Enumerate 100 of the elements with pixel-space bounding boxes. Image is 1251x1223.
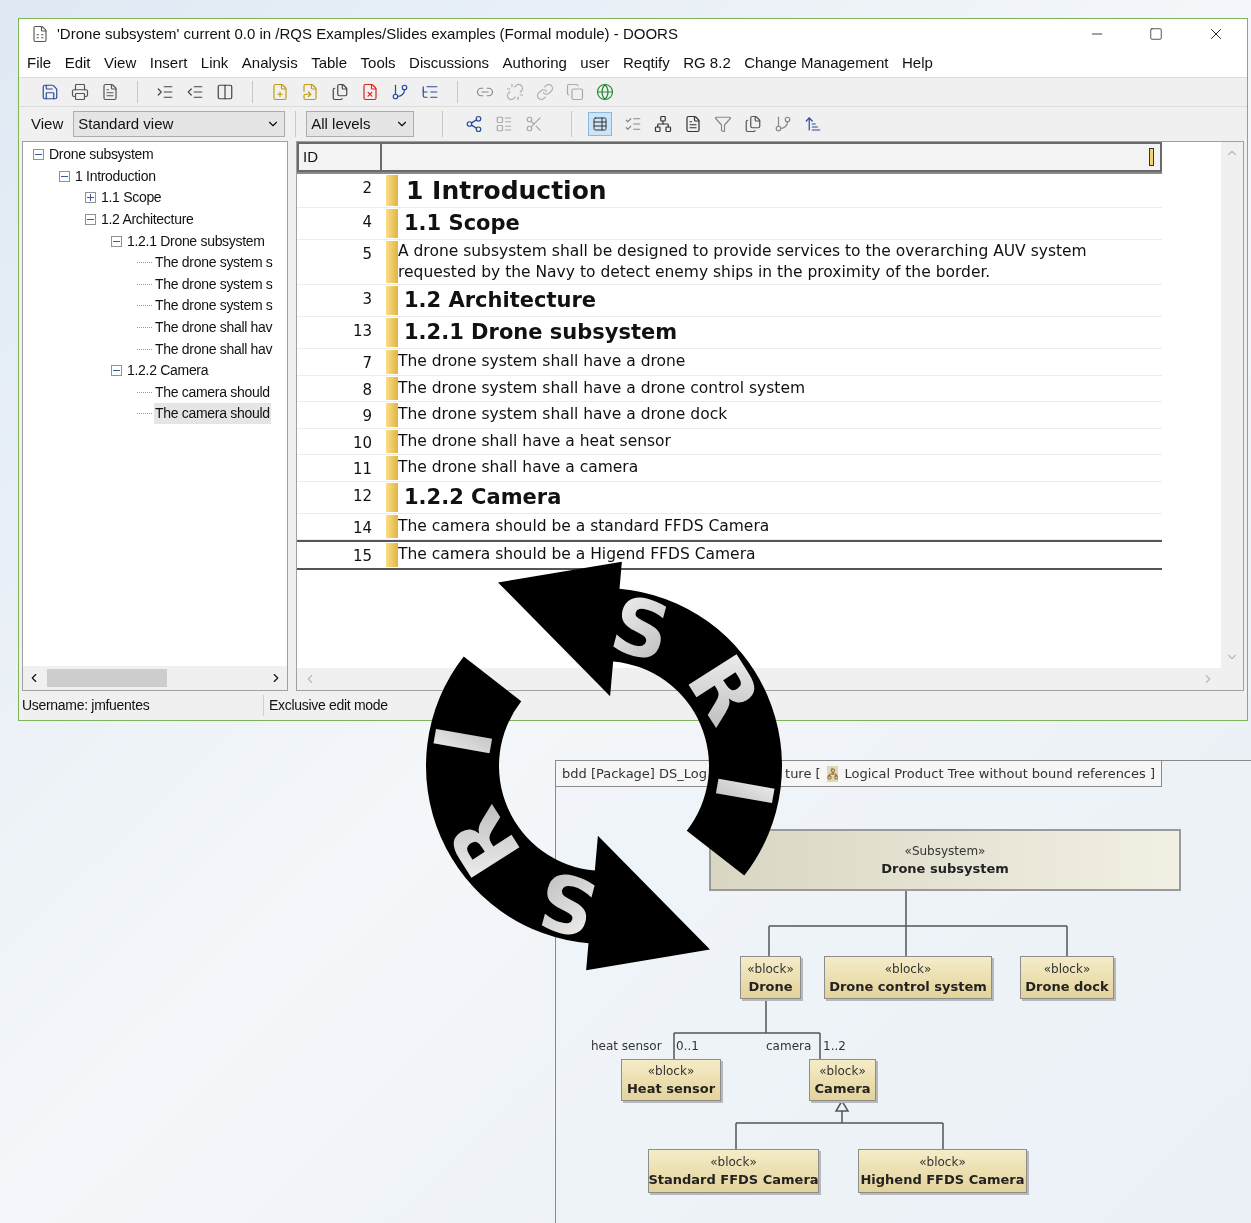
branch-icon[interactable] (774, 115, 793, 133)
filter-icon[interactable] (714, 115, 733, 133)
id-cell-text: 2 (361, 178, 373, 199)
collapse-toggle-icon[interactable] (85, 214, 96, 226)
grid-row[interactable]: 10 The drone shall have a heat sensor (297, 428, 1162, 455)
grid-row[interactable]: 14 The camera should be a standard FFDS Camera (297, 513, 1162, 540)
grid-row[interactable]: 3 1.2 Architecture (297, 285, 1162, 317)
menu-item[interactable]: Discussions (409, 51, 490, 75)
menu-item[interactable]: Edit (64, 51, 91, 75)
indent-icon[interactable] (156, 83, 174, 101)
menu-item[interactable]: File (27, 51, 52, 75)
stereotype-label: «block» (710, 1154, 757, 1171)
menu-item[interactable]: Change Management (744, 51, 889, 75)
grid-row[interactable]: 4 1.1 Scope (297, 208, 1162, 240)
grid-row[interactable]: 12 1.2.2 Camera (297, 481, 1162, 514)
grid-row[interactable]: 8 The drone system shall have a drone control system (297, 375, 1162, 402)
delete-document-icon[interactable] (361, 83, 379, 101)
outline-toggle-icon[interactable] (588, 112, 613, 136)
checklist-icon[interactable] (624, 115, 643, 133)
grid-row[interactable]: 2 1 Introduction (297, 174, 1162, 208)
level-bar (386, 350, 398, 374)
menu-item[interactable]: Tools (360, 51, 396, 75)
tree-item[interactable]: The drone system s (154, 273, 274, 295)
id-cell-text: 7 (361, 353, 373, 374)
grid-row[interactable]: 15 The camera should be a Higend FFDS Camera (297, 540, 1162, 570)
tree-item[interactable]: The drone shall hav (154, 338, 274, 360)
level-bar (386, 543, 398, 567)
menu-item[interactable]: user (580, 51, 610, 75)
collapse-toggle-icon[interactable] (59, 170, 70, 182)
object-text: 1 Introduction (405, 175, 608, 207)
column-header[interactable] (382, 142, 1162, 172)
status-text: Exclusive edit mode (268, 696, 389, 715)
view-dropdown[interactable]: Standard view (73, 111, 286, 137)
grid-row[interactable]: 9 The drone system shall have a drone dock (297, 402, 1162, 429)
horizontal-scrollbar[interactable] (23, 666, 287, 690)
tree-item[interactable]: 1.2.1 Drone subsystem (126, 230, 266, 252)
grid-row[interactable]: 13 1.2.1 Drone subsystem (297, 317, 1162, 349)
save-icon[interactable] (41, 83, 59, 101)
tree-item[interactable]: The drone shall hav (154, 317, 274, 339)
scrollbar-thumb[interactable] (47, 669, 167, 687)
column-header[interactable]: ID (297, 142, 382, 172)
document-icon[interactable] (684, 115, 703, 133)
list-tree-icon[interactable] (421, 83, 439, 101)
menu-item[interactable]: Reqtify (623, 51, 670, 75)
tree-item[interactable]: 1.2 Architecture (100, 209, 195, 231)
id-cell-text: 14 (351, 517, 373, 539)
tree-item[interactable]: The camera should (154, 381, 271, 403)
columns-icon[interactable] (216, 83, 234, 101)
tree-item[interactable]: The camera should (154, 403, 271, 425)
object-text: A drone subsystem shall be designed to provide services to the overarching AUV system requested by the Navy to detect enemy ships in the proximity of the border. (398, 241, 1088, 283)
tree-item[interactable]: The drone system s (154, 252, 274, 274)
block-name: Camera (814, 1080, 871, 1098)
copy-documents-icon[interactable] (331, 83, 349, 101)
level-bar (386, 429, 398, 453)
print-icon[interactable] (71, 83, 89, 101)
id-cell-text: 8 (361, 379, 373, 401)
menu-item[interactable]: RG 8.2 (683, 51, 731, 75)
menu-item[interactable]: Insert (149, 51, 188, 75)
levels-dropdown[interactable]: All levels (306, 111, 415, 137)
document-icon[interactable] (101, 83, 119, 101)
outdent-icon[interactable] (186, 83, 204, 101)
documents-icon[interactable] (744, 115, 763, 133)
menu-item[interactable]: Analysis (241, 51, 298, 75)
object-text: The camera should be a standard FFDS Camera (398, 515, 771, 537)
maximize-icon[interactable] (1149, 27, 1163, 41)
diagram-title: bdd [Package] DS_Log (562, 764, 708, 783)
grid-row[interactable]: 5 A drone subsystem shall be designed to provide services to the overarching AUV system requested by the Navy to detect enemy ships in the proximity of the border. (297, 240, 1162, 285)
object-text: 1.2 Architecture (403, 287, 598, 314)
object-text: 1.2.2 Camera (403, 483, 563, 511)
menu-item[interactable]: Help (902, 51, 933, 75)
tree-item[interactable]: Drone subsystem (48, 144, 155, 166)
globe-icon[interactable] (596, 83, 614, 101)
collapse-toggle-icon[interactable] (111, 235, 122, 247)
sort-icon[interactable] (804, 115, 823, 133)
stereotype-label: «block» (647, 1063, 695, 1080)
tree-item[interactable]: 1 Introduction (74, 165, 157, 187)
level-bar (386, 376, 398, 400)
network-icon[interactable] (654, 115, 673, 133)
menu-item[interactable]: Link (200, 51, 229, 75)
tree-item[interactable]: The drone system s (154, 295, 274, 317)
grid-row[interactable]: 7 The drone system shall have a drone (297, 349, 1162, 376)
menu-item[interactable]: Authoring (502, 51, 567, 75)
hierarchy-icon[interactable] (465, 115, 484, 133)
id-cell-text: 5 (361, 244, 373, 265)
role-label: 0..1 (676, 1038, 699, 1055)
role-label: camera (766, 1038, 812, 1055)
menu-item[interactable]: View (104, 51, 137, 75)
collapse-toggle-icon[interactable] (111, 365, 122, 377)
grid-row[interactable]: 11 The drone shall have a camera (297, 455, 1162, 482)
block-name: Heat sensor (626, 1080, 716, 1098)
collapse-toggle-icon[interactable] (33, 149, 44, 161)
tree-item[interactable]: 1.2.2 Camera (126, 360, 210, 382)
tree-item[interactable]: 1.1 Scope (100, 187, 163, 209)
expand-toggle-icon[interactable] (85, 192, 96, 204)
stereotype-label: «block» (1043, 960, 1091, 978)
menu-item[interactable]: Table (311, 51, 348, 75)
stereotype-label: «Subsystem» (904, 843, 986, 860)
branch-icon[interactable] (391, 83, 409, 101)
object-text: The drone system shall have a drone (398, 351, 687, 373)
level-bar (386, 175, 398, 206)
